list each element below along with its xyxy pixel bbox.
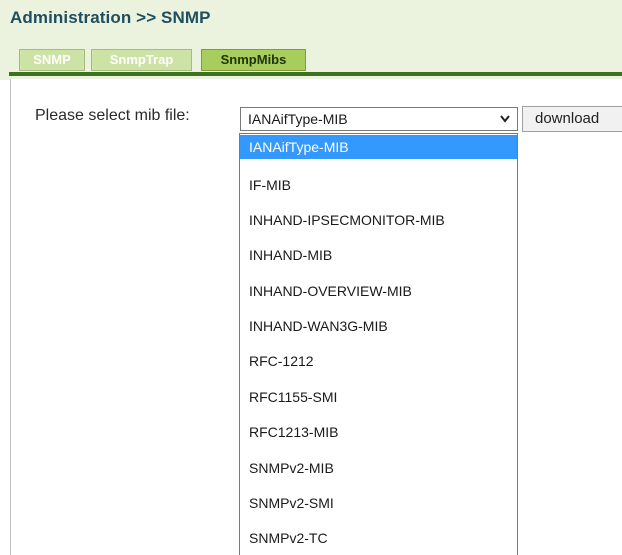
chevron-down-icon[interactable] xyxy=(493,108,517,130)
dropdown-option-ianaiftype-mib[interactable]: IANAifType-MIB xyxy=(240,135,517,159)
tab-snmptrap[interactable]: SnmpTrap xyxy=(91,49,192,71)
dropdown-option-snmpv2-mib[interactable]: SNMPv2-MIB xyxy=(240,456,517,480)
mib-select-label: Please select mib file: xyxy=(35,107,190,124)
dropdown-option-rfc1213-mib[interactable]: RFC1213-MIB xyxy=(240,420,517,444)
dropdown-option-inhand-ipsecmonitor-mib[interactable]: INHAND-IPSECMONITOR-MIB xyxy=(240,208,517,232)
dropdown-option-rfc1155-smi[interactable]: RFC1155-SMI xyxy=(240,385,517,409)
tab-snmp[interactable]: SNMP xyxy=(19,49,85,71)
dropdown-option-if-mib[interactable]: IF-MIB xyxy=(240,173,517,197)
mib-select-value: IANAifType-MIB xyxy=(248,111,348,127)
page: Administration >> SNMP SNMP SnmpTrap Snm… xyxy=(0,0,622,555)
page-title: Administration >> SNMP xyxy=(10,8,211,27)
mib-dropdown-list: IANAifType-MIB IF-MIB INHAND-IPSECMONITO… xyxy=(239,133,518,555)
dropdown-option-snmpv2-smi[interactable]: SNMPv2-SMI xyxy=(240,491,517,515)
tab-snmpmibs[interactable]: SnmpMibs xyxy=(201,49,306,71)
download-button[interactable]: download xyxy=(522,106,622,132)
dropdown-option-snmpv2-tc[interactable]: SNMPv2-TC xyxy=(240,526,517,550)
dropdown-option-inhand-wan3g-mib[interactable]: INHAND-WAN3G-MIB xyxy=(240,314,517,338)
dropdown-option-inhand-overview-mib[interactable]: INHAND-OVERVIEW-MIB xyxy=(240,279,517,303)
mib-file-select[interactable]: IANAifType-MIB xyxy=(240,107,518,131)
chevron-down-icon-glyph xyxy=(500,115,510,123)
tab-divider xyxy=(9,72,622,76)
dropdown-option-rfc-1212[interactable]: RFC-1212 xyxy=(240,349,517,373)
dropdown-option-inhand-mib[interactable]: INHAND-MIB xyxy=(240,243,517,267)
